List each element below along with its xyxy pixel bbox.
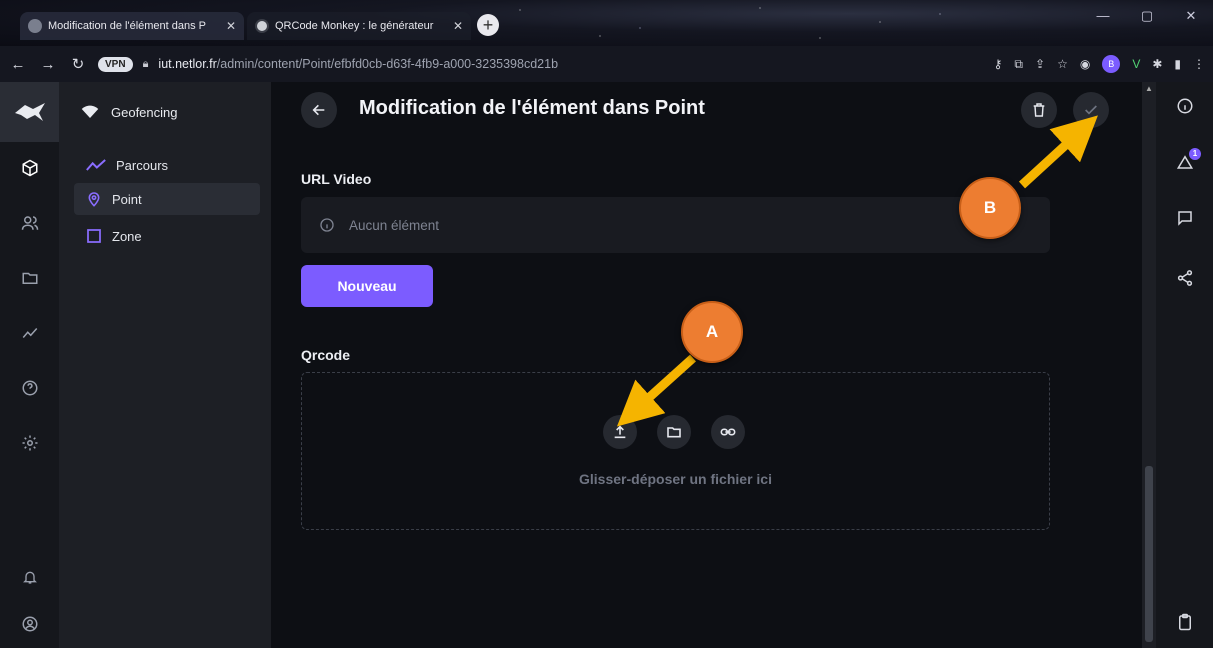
forward-nav-icon[interactable]: → bbox=[38, 56, 58, 73]
new-tab-button[interactable]: + bbox=[477, 14, 499, 36]
extension-v-icon[interactable]: V bbox=[1132, 57, 1140, 71]
scrollbar-thumb[interactable] bbox=[1145, 466, 1153, 642]
files-module-icon[interactable] bbox=[0, 258, 59, 298]
favicon-icon bbox=[28, 19, 42, 33]
menu-icon[interactable]: ⋮ bbox=[1193, 57, 1205, 71]
comments-icon[interactable] bbox=[1156, 198, 1213, 238]
save-button[interactable] bbox=[1073, 92, 1109, 128]
sidepanel-icon[interactable]: ▮ bbox=[1174, 57, 1181, 71]
browser-toolbar: ← → ↻ VPN 🔒︎ iut.netlor.fr/admin/content… bbox=[0, 46, 1213, 82]
minimize-icon[interactable]: — bbox=[1089, 8, 1117, 24]
puzzle-icon[interactable]: ✱ bbox=[1152, 57, 1162, 71]
dropzone-text: Glisser-déposer un fichier ici bbox=[579, 471, 772, 487]
project-header[interactable]: Geofencing bbox=[59, 82, 271, 142]
key-icon[interactable]: ⚷ bbox=[994, 57, 1003, 71]
trash-icon bbox=[1033, 103, 1045, 117]
empty-text: Aucun élément bbox=[349, 217, 440, 233]
upload-icon bbox=[614, 425, 626, 439]
arrow-left-icon bbox=[312, 104, 325, 116]
main-content: Modification de l'élément dans Point URL… bbox=[271, 82, 1142, 648]
url-host: iut.netlor.fr bbox=[158, 57, 217, 71]
url-path: /admin/content/Point/efbfd0cb-d63f-4fb9-… bbox=[216, 57, 559, 71]
content-module-icon[interactable] bbox=[0, 148, 59, 188]
translate-icon[interactable]: ⧉ bbox=[1014, 57, 1023, 72]
tab-active[interactable]: Modification de l'élément dans P ✕ bbox=[20, 12, 244, 40]
file-dropzone[interactable]: Glisser-déposer un fichier ici bbox=[301, 372, 1050, 530]
close-window-icon[interactable]: ✕ bbox=[1177, 8, 1205, 24]
delete-button[interactable] bbox=[1021, 92, 1057, 128]
screenshot: Modification de l'élément dans P ✕ QRCod… bbox=[0, 0, 1213, 648]
users-module-icon[interactable] bbox=[0, 203, 59, 243]
back-button[interactable] bbox=[301, 92, 337, 128]
close-tab-icon[interactable]: ✕ bbox=[453, 19, 463, 33]
window-controls: — ▢ ✕ bbox=[1089, 8, 1205, 24]
url-video-label: URL Video bbox=[301, 171, 372, 187]
user-account-icon[interactable] bbox=[0, 604, 59, 644]
project-name: Geofencing bbox=[111, 104, 178, 120]
info-panel-icon[interactable] bbox=[1156, 86, 1213, 126]
page-scrollbar[interactable]: ▲ bbox=[1142, 82, 1156, 648]
close-tab-icon[interactable]: ✕ bbox=[226, 19, 236, 33]
new-item-button[interactable]: Nouveau bbox=[301, 265, 433, 307]
upload-file-button[interactable] bbox=[603, 415, 637, 449]
trend-icon bbox=[86, 159, 106, 171]
collection-nav: Geofencing Parcours Point Zone bbox=[59, 82, 271, 648]
page-title: Modification de l'élément dans Point bbox=[359, 97, 705, 119]
import-from-url-button[interactable] bbox=[711, 415, 745, 449]
folder-icon bbox=[667, 427, 681, 438]
insights-module-icon[interactable] bbox=[0, 313, 59, 353]
wifi-icon bbox=[81, 105, 99, 118]
back-nav-icon[interactable]: ← bbox=[8, 56, 28, 73]
profile-avatar[interactable]: B bbox=[1102, 55, 1121, 73]
nav-item-zone[interactable]: Zone bbox=[74, 220, 260, 252]
app-logo[interactable] bbox=[0, 82, 59, 142]
url-video-empty-state: Aucun élément bbox=[301, 197, 1050, 253]
qrcode-label: Qrcode bbox=[301, 347, 351, 363]
notification-badge: 1 bbox=[1189, 148, 1201, 160]
address-bar[interactable]: iut.netlor.fr/admin/content/Point/efbfd0… bbox=[158, 57, 983, 71]
location-pin-icon bbox=[88, 192, 100, 207]
square-icon bbox=[87, 229, 101, 243]
tab-title: Modification de l'élément dans P bbox=[48, 20, 207, 32]
maximize-icon[interactable]: ▢ bbox=[1133, 8, 1161, 24]
scroll-up-icon[interactable]: ▲ bbox=[1145, 84, 1153, 93]
right-sidebar: 1 bbox=[1156, 82, 1213, 648]
browser-tab-bar: Modification de l'élément dans P ✕ QRCod… bbox=[0, 0, 1213, 46]
revisions-icon[interactable]: 1 bbox=[1156, 142, 1213, 182]
tab-title: QRCode Monkey : le générateur bbox=[275, 20, 434, 32]
clipboard-icon[interactable] bbox=[1156, 602, 1213, 642]
extension-icon[interactable]: ◉ bbox=[1080, 57, 1090, 71]
module-rail bbox=[0, 82, 59, 648]
choose-from-library-button[interactable] bbox=[657, 415, 691, 449]
help-module-icon[interactable] bbox=[0, 368, 59, 408]
extensions: ⚷ ⧉ ⇪ ☆ ◉ B V ✱ ▮ ⋮ bbox=[994, 55, 1205, 73]
nav-item-parcours[interactable]: Parcours bbox=[74, 149, 260, 181]
notifications-bell-icon[interactable] bbox=[0, 557, 59, 597]
reload-icon[interactable]: ↻ bbox=[68, 55, 88, 73]
vpn-badge[interactable]: VPN bbox=[98, 56, 133, 72]
share-icon[interactable]: ⇪ bbox=[1035, 57, 1045, 71]
check-icon bbox=[1085, 105, 1097, 115]
star-icon[interactable]: ☆ bbox=[1057, 57, 1068, 71]
link-icon bbox=[720, 428, 736, 436]
info-icon bbox=[320, 218, 334, 232]
tab-inactive[interactable]: QRCode Monkey : le générateur ✕ bbox=[247, 12, 471, 40]
share-icon[interactable] bbox=[1156, 258, 1213, 298]
lock-icon[interactable]: 🔒︎ bbox=[143, 58, 149, 71]
settings-module-icon[interactable] bbox=[0, 423, 59, 463]
nav-item-point[interactable]: Point bbox=[74, 183, 260, 215]
annotation-marker-a: A bbox=[681, 301, 743, 363]
annotation-marker-b: B bbox=[959, 177, 1021, 239]
favicon-icon bbox=[255, 19, 269, 33]
